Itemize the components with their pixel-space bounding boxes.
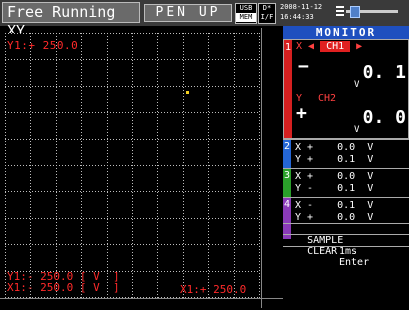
clear-value: Enter — [339, 257, 370, 268]
x-channel-name[interactable]: CH1 — [320, 41, 351, 52]
x-sign: − — [298, 56, 309, 77]
y-sign: + — [296, 103, 307, 124]
right-arrow-icon[interactable]: ▶ — [356, 41, 362, 52]
interface-top: D* — [262, 4, 272, 12]
y-channel-name[interactable]: CH2 — [318, 93, 336, 104]
x-axis-label: X — [296, 41, 303, 52]
left-arrow-icon[interactable]: ◀ — [308, 41, 314, 52]
x1-max-label: X1:+ 250.0 — [180, 283, 247, 296]
usb-label: USB — [239, 4, 253, 12]
pen-position-marker — [186, 91, 189, 94]
grid — [5, 33, 260, 298]
divider-bottom — [0, 298, 283, 299]
sample-value: 1ms — [339, 246, 358, 257]
scroll-slider[interactable] — [336, 5, 400, 19]
time: 16:44:33 — [280, 13, 314, 21]
interface-bottom: I/F — [260, 13, 274, 21]
mode-title[interactable]: Free Running XY — [2, 2, 140, 40]
divider — [261, 28, 262, 308]
channel-2-x: X + 0.0 V — [295, 142, 374, 153]
monitor-panel: MONITOR 1 X ◀ CH1 ▶ − 0. 1 V Y CH2 + 0. … — [283, 26, 409, 310]
channel-1-block[interactable]: 1 X ◀ CH1 ▶ − 0. 1 V Y CH2 + 0. 0 V — [283, 39, 409, 139]
menu-lines-icon — [336, 6, 344, 16]
interface-indicator: D* I/F — [258, 3, 276, 24]
channel-3-y: Y - 0.1 V — [295, 183, 374, 194]
monitor-title: MONITOR — [283, 26, 409, 39]
channel-3-x: X + 0.0 V — [295, 171, 374, 182]
clear-label: CLEAR — [307, 246, 338, 257]
clear-setting[interactable]: CLEAR Enter — [283, 234, 409, 268]
y1-max-label: Y1:+ 250.0 — [7, 39, 79, 52]
x-unit: V — [354, 80, 360, 90]
mem-label: MEM — [236, 13, 256, 22]
top-bar: Free Running XY PEN UP USB MEM D* I/F 20… — [0, 0, 409, 40]
xy-graph[interactable] — [5, 33, 260, 298]
channel-4-x: X - 0.1 V — [295, 200, 374, 211]
channel-1-tag: 1 — [284, 40, 292, 138]
y-unit: V — [354, 125, 360, 135]
date-time: 2008-11-12 16:44:33 — [280, 2, 336, 22]
channel-4-y: Y + 0.0 V — [295, 212, 374, 223]
pen-status-button[interactable]: PEN UP — [144, 4, 232, 22]
date: 2008-11-12 — [280, 3, 323, 11]
x1-min-label: X1:- 250.0 [ V ] — [7, 281, 120, 294]
usb-mem-indicator: USB MEM — [235, 3, 257, 24]
x-channel-selector[interactable]: ◀ CH1 ▶ — [308, 41, 362, 52]
channel-2-y: Y + 0.1 V — [295, 154, 374, 165]
slider-knob[interactable] — [350, 6, 360, 18]
